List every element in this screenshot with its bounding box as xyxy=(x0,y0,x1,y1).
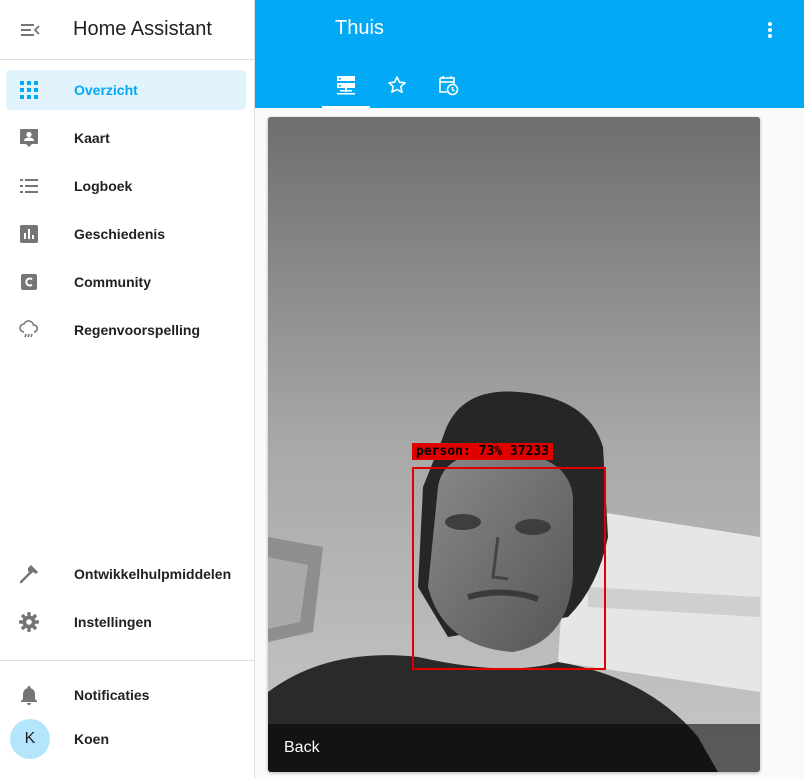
avatar: K xyxy=(10,719,50,759)
sidebar-item-label: Overzicht xyxy=(74,82,138,98)
weather-rainy-icon xyxy=(19,320,39,338)
tab-favorites[interactable] xyxy=(373,62,421,108)
sidebar-item-ontwikkelhulpmiddelen[interactable]: Ontwikkelhulpmiddelen xyxy=(6,554,246,594)
tab-schedule[interactable] xyxy=(424,62,472,108)
sidebar: Home Assistant Overzicht Kaart Logboek G… xyxy=(0,0,255,779)
app-header: Thuis xyxy=(255,0,804,108)
sidebar-item-overzicht[interactable]: Overzicht xyxy=(6,70,246,110)
camera-name: Back xyxy=(284,739,320,756)
sidebar-divider xyxy=(0,660,254,661)
calendar-clock-icon xyxy=(439,76,459,96)
view-dashboard-icon xyxy=(337,76,355,95)
card-footer: Back xyxy=(268,724,760,772)
star-outline-icon xyxy=(388,76,406,93)
sidebar-item-notificaties[interactable]: Notificaties xyxy=(6,675,246,715)
sidebar-item-instellingen[interactable]: Instellingen xyxy=(6,602,246,642)
sidebar-item-logboek[interactable]: Logboek xyxy=(6,166,246,206)
more-options-button[interactable] xyxy=(756,16,784,44)
format-list-icon xyxy=(20,179,38,193)
community-c-icon xyxy=(21,274,37,290)
grid-icon xyxy=(20,81,38,99)
sidebar-item-label: Logboek xyxy=(74,178,133,194)
app-title: Home Assistant xyxy=(73,18,212,40)
dots-vertical-icon xyxy=(768,22,772,38)
menu-collapse-icon xyxy=(21,23,40,36)
sidebar-item-label: Notificaties xyxy=(74,687,150,703)
page-title: Thuis xyxy=(335,17,384,39)
account-box-icon xyxy=(20,129,38,147)
sidebar-item-label: Kaart xyxy=(74,130,110,146)
detection-box xyxy=(412,467,606,670)
bell-icon xyxy=(21,686,37,705)
hammer-icon xyxy=(19,565,38,584)
sidebar-item-label: Community xyxy=(74,274,151,290)
sidebar-item-community[interactable]: Community xyxy=(6,262,246,302)
sidebar-item-label: Geschiedenis xyxy=(74,226,166,242)
sidebar-header: Home Assistant xyxy=(0,0,254,60)
sidebar-item-geschiedenis[interactable]: Geschiedenis xyxy=(6,214,246,254)
detection-label: person: 73% 37233 xyxy=(412,443,554,460)
user-name: Koen xyxy=(74,731,109,747)
tab-dashboard[interactable] xyxy=(322,62,370,108)
sidebar-item-label: Instellingen xyxy=(74,614,152,630)
sidebar-item-regenvoorspelling[interactable]: Regenvoorspelling xyxy=(6,310,246,350)
menu-toggle-button[interactable] xyxy=(0,0,60,60)
sidebar-item-user[interactable]: K Koen xyxy=(6,719,246,759)
sidebar-item-label: Ontwikkelhulpmiddelen xyxy=(74,566,232,582)
cog-icon xyxy=(19,612,39,632)
chart-bar-icon xyxy=(20,225,38,243)
camera-card[interactable]: person: 73% 37233 Back xyxy=(268,117,760,772)
sidebar-item-kaart[interactable]: Kaart xyxy=(6,118,246,158)
sidebar-item-label: Regenvoorspelling xyxy=(74,322,201,338)
